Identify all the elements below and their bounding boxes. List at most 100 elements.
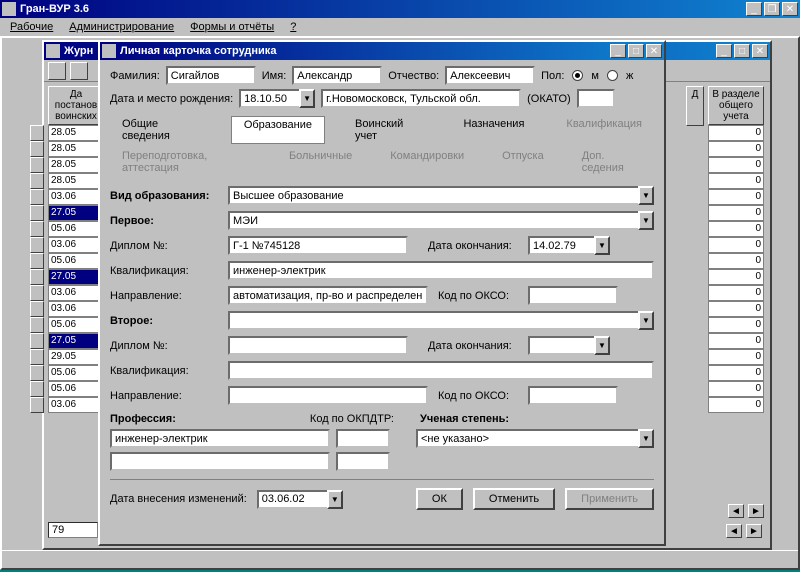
date-cell[interactable]: 03.06 <box>48 285 104 301</box>
date-cell[interactable]: 05.06 <box>48 221 104 237</box>
first-edu-input[interactable] <box>228 211 638 230</box>
date-cell[interactable]: 03.06 <box>48 237 104 253</box>
row-header[interactable] <box>30 365 44 381</box>
degree-input[interactable] <box>416 429 638 448</box>
second-edu-input[interactable] <box>228 311 638 330</box>
date-cell[interactable]: 05.06 <box>48 381 104 397</box>
nav-fw-button[interactable]: ► <box>748 504 764 518</box>
date-cell[interactable]: 28.05 <box>48 125 104 141</box>
sex-male-radio[interactable] <box>572 70 583 81</box>
surname-input[interactable] <box>166 66 256 85</box>
count-cell[interactable]: 0 <box>708 253 764 269</box>
count-cell[interactable]: 0 <box>708 317 764 333</box>
toolbar-new-button[interactable] <box>48 62 66 80</box>
count-cell[interactable]: 0 <box>708 301 764 317</box>
row-header[interactable] <box>30 237 44 253</box>
okato-input[interactable] <box>577 89 615 108</box>
edu-kind-dd-icon[interactable]: ▼ <box>638 186 654 205</box>
date-cell[interactable]: 29.05 <box>48 349 104 365</box>
nav-first-button[interactable]: ◄ <box>726 524 742 538</box>
qual1-input[interactable] <box>228 261 654 280</box>
date-cell[interactable]: 03.06 <box>48 301 104 317</box>
okso2-input[interactable] <box>528 386 618 405</box>
degree-dd-icon[interactable]: ▼ <box>638 429 654 448</box>
dir2-input[interactable] <box>228 386 428 405</box>
birth-place-input[interactable] <box>321 89 521 108</box>
menu-admin[interactable]: Администрирование <box>63 20 180 34</box>
row-header[interactable] <box>30 333 44 349</box>
restore-button[interactable]: ❐ <box>764 2 780 16</box>
first-edu-combo[interactable]: ▼ <box>228 211 654 230</box>
tab-general[interactable]: Общие сведения <box>110 116 213 144</box>
end2-input[interactable] <box>528 336 594 355</box>
date-cell[interactable]: 28.05 <box>48 173 104 189</box>
row-header[interactable] <box>30 157 44 173</box>
date-cell[interactable]: 28.05 <box>48 141 104 157</box>
count-cell[interactable]: 0 <box>708 333 764 349</box>
name-input[interactable] <box>292 66 382 85</box>
sex-female-radio[interactable] <box>607 70 618 81</box>
tab-education[interactable]: Образование <box>231 116 325 144</box>
modal-close-button[interactable]: ✕ <box>646 44 662 58</box>
nav-prev-button[interactable]: ► <box>746 524 762 538</box>
end2-dd-icon[interactable]: ▼ <box>594 336 610 355</box>
journal-close-button[interactable]: ✕ <box>752 44 768 58</box>
diploma1-input[interactable] <box>228 236 408 255</box>
count-cell[interactable]: 0 <box>708 269 764 285</box>
diploma2-input[interactable] <box>228 336 408 355</box>
edu-kind-input[interactable] <box>228 186 638 205</box>
journal-minimize-button[interactable]: _ <box>716 44 732 58</box>
row-header[interactable] <box>30 301 44 317</box>
count-cell[interactable]: 0 <box>708 189 764 205</box>
profession1-input[interactable] <box>110 429 330 448</box>
date-cell[interactable]: 27.05 <box>48 205 104 221</box>
page-number[interactable]: 79 <box>48 522 98 538</box>
menu-workers[interactable]: Рабочие <box>4 20 59 34</box>
row-header[interactable] <box>30 349 44 365</box>
date-cell[interactable]: 03.06 <box>48 189 104 205</box>
row-header[interactable] <box>30 317 44 333</box>
count-cell[interactable]: 0 <box>708 141 764 157</box>
count-cell[interactable]: 0 <box>708 205 764 221</box>
toolbar-edit-button[interactable] <box>70 62 88 80</box>
close-button[interactable]: ✕ <box>782 2 798 16</box>
date-cell[interactable]: 03.06 <box>48 397 104 413</box>
profession2-input[interactable] <box>110 452 330 471</box>
tab-assignments[interactable]: Назначения <box>451 116 536 144</box>
date-cell[interactable]: 05.06 <box>48 317 104 333</box>
date-cell[interactable]: 05.06 <box>48 253 104 269</box>
row-header[interactable] <box>30 253 44 269</box>
count-cell[interactable]: 0 <box>708 157 764 173</box>
row-header[interactable] <box>30 173 44 189</box>
count-cell[interactable]: 0 <box>708 125 764 141</box>
okpdtr2-input[interactable] <box>336 452 390 471</box>
journal-maximize-button[interactable]: □ <box>734 44 750 58</box>
row-header[interactable] <box>30 285 44 301</box>
change-date-input[interactable] <box>257 490 327 509</box>
second-edu-dd-icon[interactable]: ▼ <box>638 311 654 330</box>
count-cell[interactable]: 0 <box>708 365 764 381</box>
qual2-input[interactable] <box>228 361 654 380</box>
modal-minimize-button[interactable]: _ <box>610 44 626 58</box>
date-cell[interactable]: 27.05 <box>48 333 104 349</box>
count-cell[interactable]: 0 <box>708 173 764 189</box>
change-date-combo[interactable]: ▼ <box>257 490 343 509</box>
birth-date-combo[interactable]: ▼ <box>239 89 315 108</box>
count-cell[interactable]: 0 <box>708 349 764 365</box>
date-cell[interactable]: 27.05 <box>48 269 104 285</box>
tab-military[interactable]: Воинский учет <box>343 116 433 144</box>
first-edu-dd-icon[interactable]: ▼ <box>638 211 654 230</box>
ok-button[interactable]: ОК <box>416 488 463 510</box>
cancel-button[interactable]: Отменить <box>473 488 555 510</box>
row-header[interactable] <box>30 141 44 157</box>
count-cell[interactable]: 0 <box>708 221 764 237</box>
edu-kind-combo[interactable]: ▼ <box>228 186 654 205</box>
dir1-input[interactable] <box>228 286 428 305</box>
end1-combo[interactable]: ▼ <box>528 236 610 255</box>
degree-combo[interactable]: ▼ <box>416 429 654 448</box>
birth-date-input[interactable] <box>239 89 299 108</box>
okso1-input[interactable] <box>528 286 618 305</box>
row-header[interactable] <box>30 381 44 397</box>
end1-input[interactable] <box>528 236 594 255</box>
count-cell[interactable]: 0 <box>708 285 764 301</box>
